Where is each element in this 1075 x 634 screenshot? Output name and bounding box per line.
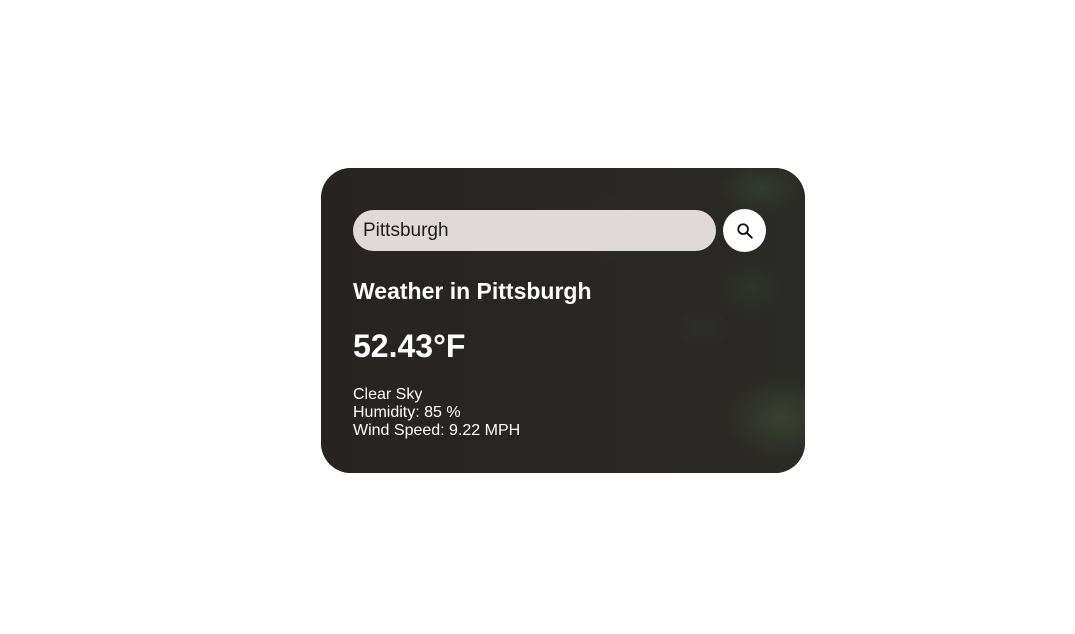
humidity: Humidity: 85 % <box>353 404 461 421</box>
wind-speed: Wind Speed: 9.22 MPH <box>353 422 521 439</box>
weather-card: Weather in Pittsburgh 52.43°F Clear Sky … <box>321 168 805 473</box>
search-input[interactable] <box>353 210 716 251</box>
weather-description: Clear Sky <box>353 386 423 403</box>
temperature: 52.43°F <box>353 328 466 364</box>
search-icon <box>736 222 754 240</box>
search-bar <box>353 209 766 252</box>
search-button[interactable] <box>723 209 766 252</box>
weather-details: Clear Sky Humidity: 85 % Wind Speed: 9.2… <box>353 386 520 440</box>
city-title: Weather in Pittsburgh <box>353 278 592 304</box>
